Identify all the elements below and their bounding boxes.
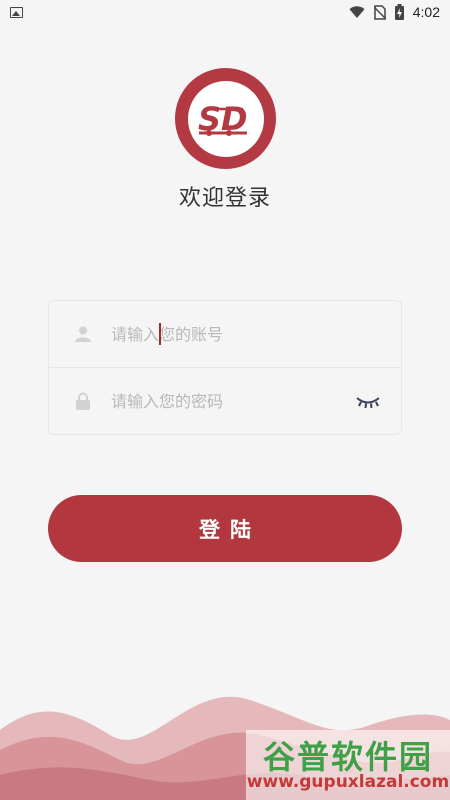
watermark: 谷普软件园 www.gupuxlazal.com — [246, 730, 450, 800]
wifi-icon — [349, 5, 365, 18]
user-icon — [73, 324, 93, 344]
watermark-url: www.gupuxlazal.com — [246, 772, 450, 792]
password-row — [49, 368, 401, 435]
account-input[interactable] — [111, 319, 401, 349]
login-form — [48, 300, 402, 435]
password-input[interactable] — [111, 386, 353, 417]
eye-closed-icon[interactable] — [353, 390, 383, 414]
lock-icon — [73, 392, 93, 412]
app-logo: S D — [175, 68, 276, 169]
no-sim-icon — [373, 4, 386, 20]
status-time: 4:02 — [412, 4, 440, 20]
status-bar: 4:02 — [0, 0, 450, 24]
account-row — [49, 301, 401, 368]
login-button[interactable]: 登陆 — [48, 495, 402, 562]
gallery-icon — [10, 6, 23, 18]
battery-charging-icon — [394, 4, 404, 20]
sd-logo-mark: S D — [198, 100, 248, 138]
welcome-heading: 欢迎登录 — [178, 186, 271, 211]
status-icons: 4:02 — [349, 4, 440, 20]
text-cursor — [159, 323, 161, 345]
